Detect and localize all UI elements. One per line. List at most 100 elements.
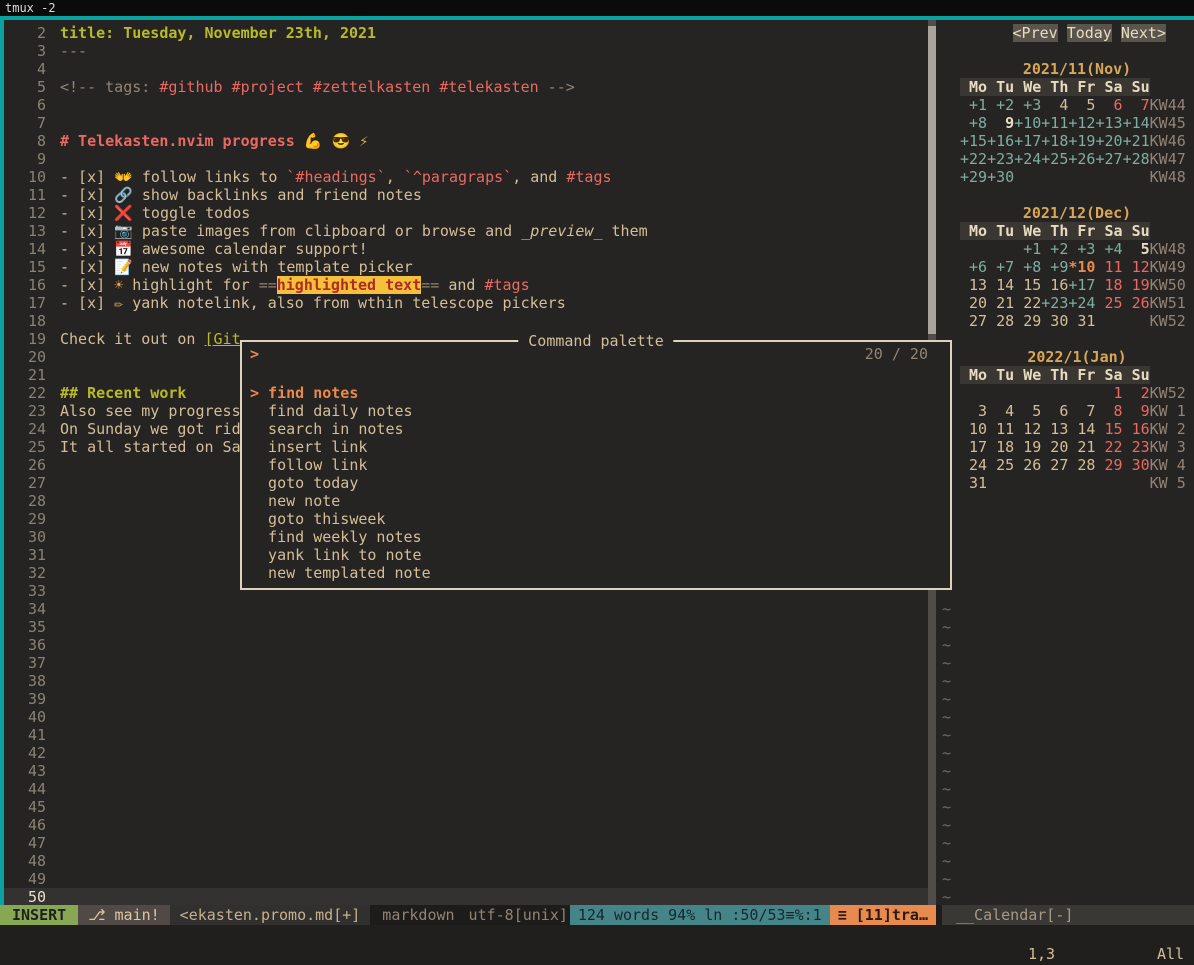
- calendar-day[interactable]: 3: [960, 402, 987, 420]
- calendar-day[interactable]: 15: [1095, 420, 1122, 438]
- calendar-pane[interactable]: <Prev Today Next> 2021/11(Nov) Mo Tu We …: [936, 20, 1194, 905]
- calendar-day[interactable]: 21: [1068, 438, 1095, 456]
- editor-line[interactable]: 12- [x] ❌ toggle todos: [4, 204, 928, 222]
- editor-line[interactable]: 6: [4, 96, 928, 114]
- calendar-prev-button[interactable]: <Prev: [1013, 24, 1058, 42]
- calendar-day[interactable]: +6: [960, 258, 987, 276]
- calendar-day[interactable]: 17: [960, 438, 987, 456]
- calendar-day[interactable]: 30: [1123, 456, 1150, 474]
- editor-line[interactable]: 5<!-- tags: #github #project #zettelkast…: [4, 78, 928, 96]
- editor-line[interactable]: 16- [x] ☀ highlight for ==highlighted te…: [4, 276, 928, 294]
- palette-item[interactable]: search in notes: [242, 420, 950, 438]
- editor-line[interactable]: 50: [4, 888, 928, 905]
- calendar-day[interactable]: 7: [1123, 96, 1150, 114]
- calendar-day[interactable]: 14: [1068, 420, 1095, 438]
- calendar-day[interactable]: 26: [1014, 456, 1041, 474]
- editor-line[interactable]: 13- [x] 📷 paste images from clipboard or…: [4, 222, 928, 240]
- calendar-day[interactable]: 20: [1041, 438, 1068, 456]
- scrollbar-thumb[interactable]: [928, 26, 936, 334]
- calendar-day[interactable]: 28: [1068, 456, 1095, 474]
- palette-item[interactable]: insert link: [242, 438, 950, 456]
- calendar-day[interactable]: 13: [1041, 420, 1068, 438]
- calendar-day[interactable]: 31: [1068, 312, 1095, 330]
- calendar-day[interactable]: +2: [1041, 240, 1068, 258]
- calendar-day[interactable]: 27: [1041, 456, 1068, 474]
- editor-line[interactable]: 18: [4, 312, 928, 330]
- calendar-day[interactable]: *10: [1068, 258, 1095, 276]
- calendar-day[interactable]: +24: [1014, 150, 1041, 168]
- calendar-day[interactable]: +20: [1095, 132, 1122, 150]
- calendar-day[interactable]: 12: [1014, 420, 1041, 438]
- palette-item[interactable]: yank link to note: [242, 546, 950, 564]
- editor-line[interactable]: 46: [4, 816, 928, 834]
- calendar-day[interactable]: 31: [960, 474, 987, 492]
- calendar-day[interactable]: 8: [1095, 402, 1122, 420]
- palette-item[interactable]: find weekly notes: [242, 528, 950, 546]
- calendar-day[interactable]: +9: [1041, 258, 1068, 276]
- editor-line[interactable]: 48: [4, 852, 928, 870]
- calendar-day[interactable]: +7: [987, 258, 1014, 276]
- editor-line[interactable]: 10- [x] 👐 follow links to `#headings`, `…: [4, 168, 928, 186]
- palette-item[interactable]: goto thisweek: [242, 510, 950, 528]
- calendar-day[interactable]: +29: [960, 168, 987, 186]
- calendar-day[interactable]: +4: [1095, 240, 1122, 258]
- calendar-day[interactable]: +23: [987, 150, 1014, 168]
- calendar-day[interactable]: 11: [1095, 258, 1122, 276]
- calendar-day[interactable]: 5: [1068, 96, 1095, 114]
- calendar-day[interactable]: 22: [1095, 438, 1122, 456]
- calendar-day[interactable]: 9: [1123, 402, 1150, 420]
- calendar-day[interactable]: 20: [960, 294, 987, 312]
- calendar-day[interactable]: +1: [960, 96, 987, 114]
- editor-line[interactable]: 36: [4, 636, 928, 654]
- calendar-day[interactable]: 14: [987, 276, 1014, 294]
- calendar-day[interactable]: +2: [987, 96, 1014, 114]
- editor-line[interactable]: 39: [4, 690, 928, 708]
- calendar-day[interactable]: 1: [1095, 384, 1122, 402]
- calendar-day[interactable]: +3: [1014, 96, 1041, 114]
- calendar-day[interactable]: +12: [1068, 114, 1095, 132]
- calendar-day[interactable]: +17: [1014, 132, 1041, 150]
- calendar-day[interactable]: +26: [1068, 150, 1095, 168]
- calendar-day[interactable]: 22: [1014, 294, 1041, 312]
- calendar-day[interactable]: +10: [1014, 114, 1041, 132]
- calendar-day[interactable]: 15: [1014, 276, 1041, 294]
- editor-line[interactable]: 41: [4, 726, 928, 744]
- calendar-day[interactable]: 5: [1123, 240, 1150, 258]
- calendar-day[interactable]: 28: [987, 312, 1014, 330]
- calendar-day[interactable]: +8: [1014, 258, 1041, 276]
- calendar-day[interactable]: 19: [1123, 276, 1150, 294]
- palette-item[interactable]: follow link: [242, 456, 950, 474]
- calendar-day[interactable]: +8: [960, 114, 987, 132]
- editor-line[interactable]: 3---: [4, 42, 928, 60]
- editor-line[interactable]: 44: [4, 780, 928, 798]
- editor-line[interactable]: 34: [4, 600, 928, 618]
- calendar-day[interactable]: 10: [960, 420, 987, 438]
- calendar-day[interactable]: 29: [1014, 312, 1041, 330]
- calendar-day[interactable]: 21: [987, 294, 1014, 312]
- editor-line[interactable]: 49: [4, 870, 928, 888]
- calendar-day[interactable]: 16: [1123, 420, 1150, 438]
- editor-line[interactable]: 40: [4, 708, 928, 726]
- calendar-day[interactable]: 6: [1095, 96, 1122, 114]
- editor-line[interactable]: 15- [x] 📝 new notes with template picker: [4, 258, 928, 276]
- calendar-day[interactable]: +18: [1041, 132, 1068, 150]
- calendar-day[interactable]: 13: [960, 276, 987, 294]
- palette-item[interactable]: > find notes: [242, 384, 950, 402]
- calendar-day[interactable]: 23: [1123, 438, 1150, 456]
- calendar-day[interactable]: +27: [1095, 150, 1122, 168]
- calendar-next-button[interactable]: Next>: [1121, 24, 1166, 42]
- palette-item[interactable]: new note: [242, 492, 950, 510]
- editor-line[interactable]: 17- [x] ✏ yank notelink, also from wthin…: [4, 294, 928, 312]
- calendar-day[interactable]: +25: [1041, 150, 1068, 168]
- calendar-day[interactable]: 18: [1095, 276, 1122, 294]
- editor-line[interactable]: 47: [4, 834, 928, 852]
- calendar-day[interactable]: +13: [1095, 114, 1122, 132]
- calendar-day[interactable]: 4: [987, 402, 1014, 420]
- editor-line[interactable]: 43: [4, 762, 928, 780]
- editor-line[interactable]: 14- [x] 📅 awesome calendar support!: [4, 240, 928, 258]
- calendar-day[interactable]: 30: [1041, 312, 1068, 330]
- calendar-day[interactable]: +1: [1014, 240, 1041, 258]
- calendar-day[interactable]: 25: [1095, 294, 1122, 312]
- palette-item[interactable]: goto today: [242, 474, 950, 492]
- calendar-day[interactable]: 27: [960, 312, 987, 330]
